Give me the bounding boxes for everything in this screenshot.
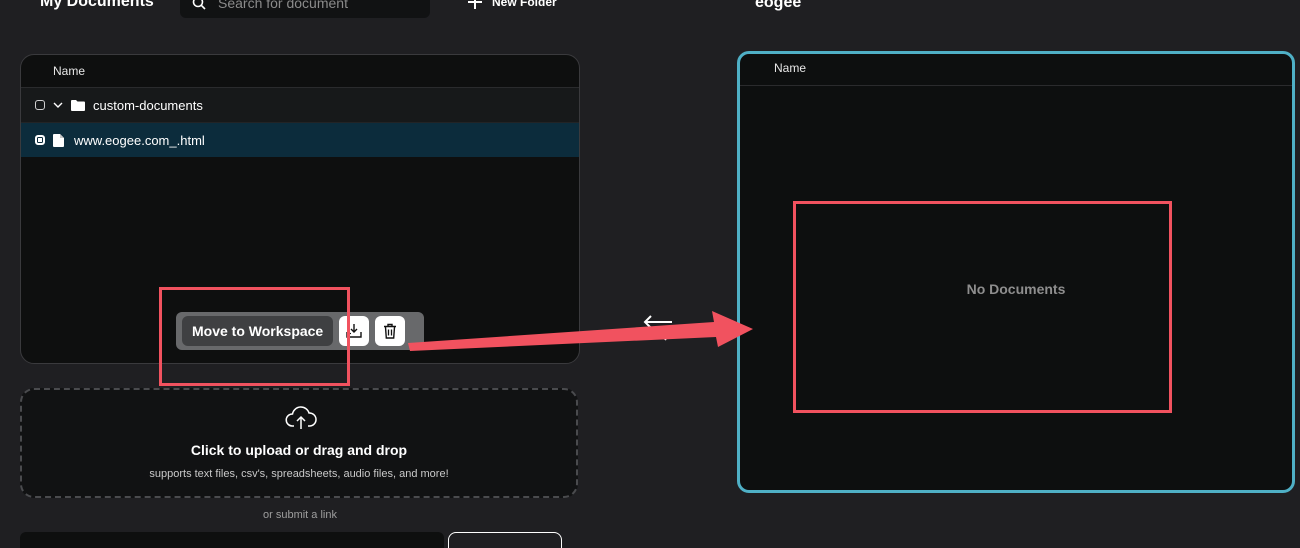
workspace-title: eogee (755, 0, 802, 11)
file-icon (53, 133, 64, 147)
file-row[interactable]: www.eogee.com_.html (21, 123, 579, 157)
cloud-upload-icon (285, 406, 317, 429)
new-folder-button[interactable]: New Folder (468, 0, 557, 9)
link-input[interactable] (20, 532, 444, 548)
selection-action-bar: Move to Workspace (176, 312, 424, 350)
new-folder-label: New Folder (492, 0, 557, 9)
search-icon (192, 0, 206, 10)
search-input[interactable] (216, 0, 420, 12)
upload-subtitle: supports text files, csv's, spreadsheets… (149, 468, 449, 480)
delete-button[interactable] (375, 316, 406, 346)
page-title: My Documents (40, 0, 154, 10)
folder-checkbox[interactable] (35, 100, 45, 110)
tray-download-icon (346, 324, 362, 338)
trash-icon (384, 323, 397, 339)
name-column-header[interactable]: Name (21, 55, 579, 88)
workspace-panel: Name No Documents (737, 51, 1295, 493)
file-checkbox[interactable] (35, 135, 45, 145)
workspace-name-column-header[interactable]: Name (740, 54, 1292, 86)
search-box[interactable] (180, 0, 430, 18)
upload-title: Click to upload or drag and drop (190, 442, 408, 458)
folder-row[interactable]: custom-documents (21, 88, 579, 123)
plus-icon (468, 0, 482, 9)
file-name: www.eogee.com_.html (74, 132, 205, 148)
or-submit-link-label: or submit a link (263, 509, 337, 521)
submit-link-button[interactable] (448, 532, 562, 548)
upload-dropzone[interactable]: Click to upload or drag and drop support… (20, 388, 578, 498)
move-to-workspace-button[interactable]: Move to Workspace (182, 316, 334, 346)
folder-icon (71, 99, 85, 111)
swap-arrows-icon[interactable] (642, 312, 674, 342)
empty-state-text: No Documents (966, 281, 1066, 297)
document-manager: My Documents New Folder eogee Name custo… (0, 0, 1300, 548)
chevron-down-icon[interactable] (53, 101, 63, 109)
download-button[interactable] (339, 316, 370, 346)
folder-name: custom-documents (93, 97, 203, 113)
